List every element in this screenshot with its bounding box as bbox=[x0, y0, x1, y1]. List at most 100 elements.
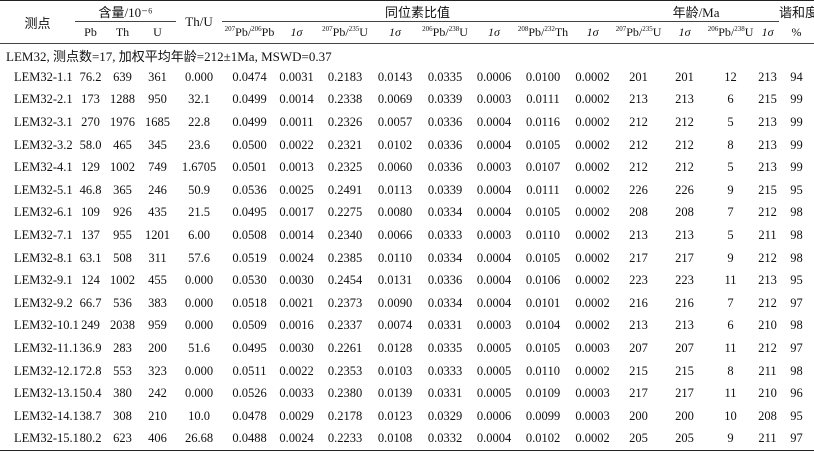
cell-r76-sigma: 0.0029 bbox=[279, 408, 314, 423]
cell-r76-sigma: 0.0013 bbox=[279, 160, 314, 175]
cell-age68-sigma: 210 bbox=[758, 386, 777, 401]
cell-r82-sigma: 0.0002 bbox=[575, 182, 610, 197]
cell-r68-sigma: 0.0003 bbox=[476, 318, 512, 333]
cell-pb: 137 bbox=[81, 227, 100, 242]
cell-r75: 0.2338 bbox=[327, 92, 363, 107]
cell-r82: 0.0109 bbox=[525, 386, 561, 401]
header-sigma: 1σ bbox=[290, 25, 303, 39]
cell-concordance: 94 bbox=[790, 69, 803, 84]
cell-thu: 1.6705 bbox=[181, 160, 217, 175]
cell-r75: 0.2373 bbox=[327, 295, 363, 310]
cell-age68: 8 bbox=[727, 137, 734, 152]
cell-age68-sigma: 211 bbox=[756, 427, 780, 452]
cell-thu: 23.6 bbox=[188, 137, 210, 152]
cell-r76-sigma: 0.0030 bbox=[279, 340, 314, 355]
cell-age68-sigma: 211 bbox=[758, 227, 777, 242]
summary-note-row: LEM32, 测点数=17, 加权平均年龄=212±1Ma, MSWD=0.37 bbox=[0, 44, 814, 67]
cell-r76: 0.0519 bbox=[232, 250, 267, 265]
cell-th: 465 bbox=[113, 137, 132, 152]
cell-r82: 0.0105 bbox=[525, 137, 561, 152]
cell-r76-sigma: 0.0014 bbox=[279, 227, 314, 242]
header-row-1: 测点 含量/10⁻⁶ Th/U 同位素比值 年龄/Ma 谐和度 bbox=[0, 0, 814, 44]
cell-point: LEM32-5.1 bbox=[14, 182, 73, 197]
cell-age68-sigma: 212 bbox=[758, 295, 777, 310]
cell-age75-sigma: 213 bbox=[675, 227, 694, 242]
cell-r68: 0.0339 bbox=[427, 182, 463, 197]
cell-r76-sigma: 0.0033 bbox=[279, 386, 314, 401]
cell-th: 1976 bbox=[110, 114, 135, 129]
cell-thu: 57.6 bbox=[188, 250, 210, 265]
cell-age68: 8 bbox=[727, 363, 734, 378]
cell-age75: 200 bbox=[629, 408, 648, 423]
table-row: LEM32-2.1 173 1288 950 32.1 0.0499 0.0014 0.233… bbox=[0, 89, 814, 112]
cell-r68-sigma: 0.0004 bbox=[476, 250, 512, 265]
cell-u: 242 bbox=[148, 386, 167, 401]
cell-r68: 0.0333 bbox=[427, 363, 463, 378]
cell-r82-sigma: 0.0002 bbox=[575, 137, 610, 152]
header-sigma: 1σ bbox=[389, 25, 401, 39]
cell-r75: 0.2275 bbox=[327, 205, 363, 220]
cell-u: 1685 bbox=[145, 114, 170, 129]
cell-concordance: 95 bbox=[790, 408, 803, 423]
cell-r75-sigma: 0.0069 bbox=[377, 92, 413, 107]
cell-point: LEM32-10.1 bbox=[14, 318, 79, 333]
cell-age68-sigma: 210 bbox=[758, 318, 777, 333]
cell-age75: 213 bbox=[629, 318, 648, 333]
cell-age75: 205 bbox=[613, 427, 665, 452]
cell-concordance: 99 bbox=[790, 137, 803, 152]
cell-r68: 0.0336 bbox=[427, 160, 463, 175]
table-row: LEM32-13.1 50.4 380 242 0.000 0.0526 0.0033 0.2… bbox=[0, 382, 814, 405]
cell-point: LEM32-9.2 bbox=[14, 295, 73, 310]
cell-th: 1002 bbox=[110, 160, 135, 175]
cell-concordance: 97 bbox=[779, 427, 814, 452]
cell-r76: 0.0500 bbox=[232, 137, 267, 152]
cell-age68-sigma: 212 bbox=[758, 340, 777, 355]
cell-thu: 21.5 bbox=[188, 205, 210, 220]
cell-r75: 0.2233 bbox=[316, 427, 375, 452]
cell-r82-sigma: 0.0002 bbox=[575, 295, 610, 310]
cell-age68: 9 bbox=[727, 182, 734, 197]
cell-pb: 38.7 bbox=[79, 408, 102, 423]
cell-r75-sigma: 0.0128 bbox=[377, 340, 413, 355]
cell-r75-sigma: 0.0090 bbox=[377, 295, 413, 310]
cell-r75: 0.2337 bbox=[327, 318, 363, 333]
cell-r82-sigma: 0.0002 bbox=[572, 427, 614, 452]
cell-r68-sigma: 0.0005 bbox=[476, 340, 512, 355]
table-row: LEM32-14.1 38.7 308 210 10.0 0.0478 0.0029 0.21… bbox=[0, 405, 814, 428]
table-row: LEM32-11.1 36.9 283 200 51.6 0.0495 0.0030 0.22… bbox=[0, 337, 814, 360]
cell-u: 311 bbox=[148, 250, 167, 265]
cell-pb: 80.2 bbox=[75, 427, 106, 452]
header-th: Th bbox=[115, 25, 130, 39]
cell-r75: 0.2261 bbox=[327, 340, 363, 355]
cell-age75: 213 bbox=[629, 227, 648, 242]
cell-point: LEM32-13.1 bbox=[14, 386, 79, 401]
cell-age68: 11 bbox=[724, 386, 737, 401]
cell-r76: 0.0526 bbox=[232, 386, 267, 401]
cell-age68-sigma: 212 bbox=[758, 250, 777, 265]
header-ratio-group: 同位素比值 bbox=[222, 0, 614, 22]
cell-r68-sigma: 0.0003 bbox=[476, 227, 512, 242]
cell-r82-sigma: 0.0003 bbox=[575, 386, 610, 401]
cell-r68: 0.0336 bbox=[427, 114, 463, 129]
cell-r68-sigma: 0.0004 bbox=[474, 427, 515, 452]
header-age-75: 207Pb/235U bbox=[615, 25, 662, 39]
cell-concordance: 98 bbox=[790, 227, 803, 242]
header-sigma: 1σ bbox=[761, 25, 774, 39]
cell-thu: 0.000 bbox=[184, 295, 214, 310]
cell-r82: 0.0116 bbox=[526, 114, 560, 129]
cell-th: 623 bbox=[106, 427, 139, 452]
cell-r76: 0.0499 bbox=[232, 92, 267, 107]
cell-th: 553 bbox=[113, 363, 132, 378]
cell-age75-sigma: 215 bbox=[675, 363, 694, 378]
cell-thu: 0.000 bbox=[184, 273, 214, 288]
cell-concordance: 97 bbox=[790, 295, 803, 310]
cell-pb: 249 bbox=[81, 318, 100, 333]
cell-th: 283 bbox=[113, 340, 132, 355]
cell-thu: 51.6 bbox=[188, 340, 210, 355]
cell-u: 749 bbox=[148, 160, 167, 175]
cell-age68-sigma: 213 bbox=[758, 137, 777, 152]
cell-thu: 22.8 bbox=[188, 114, 210, 129]
cell-r76: 0.0478 bbox=[232, 408, 267, 423]
cell-age75-sigma: 223 bbox=[675, 273, 694, 288]
cell-th: 1288 bbox=[110, 92, 135, 107]
